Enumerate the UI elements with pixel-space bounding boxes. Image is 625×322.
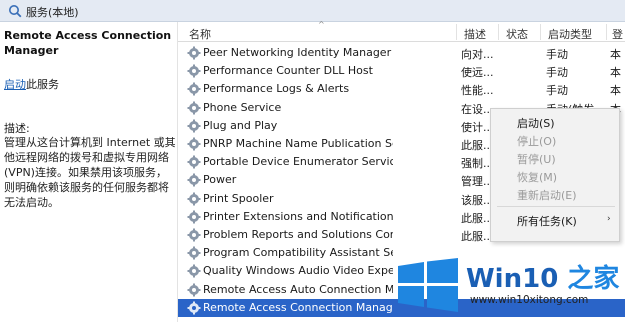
service-gear-icon [187, 246, 201, 260]
service-description-cell: 此服... [461, 211, 494, 225]
service-gear-icon [187, 264, 201, 278]
service-name-cell: Peer Networking Identity Manager [203, 46, 392, 59]
column-logon[interactable]: 登 [612, 26, 623, 42]
service-name-cell: Problem Reports and Solutions Control Pa… [203, 228, 393, 241]
context-menu-item[interactable]: 重新启动(E) [517, 187, 577, 203]
search-icon [9, 5, 22, 18]
service-gear-icon [187, 155, 201, 169]
service-gear-icon [187, 301, 201, 315]
start-service-link[interactable]: 启动 [4, 78, 26, 91]
sort-ascending-icon: ^ [318, 20, 325, 29]
column-separator[interactable] [498, 24, 499, 40]
column-header: 名称 描述 状态 启动类型 登 [178, 22, 625, 42]
service-startup-cell: 手动 [546, 84, 568, 98]
window-title: 服务(本地) [26, 6, 79, 19]
service-logon-cell: 本 [610, 48, 621, 61]
service-name-cell: Print Spooler [203, 191, 274, 205]
service-gear-icon [187, 228, 201, 242]
service-description: 管理从这台计算机到 Internet 或其他远程网络的拨号和虚拟专用网络(VPN… [4, 136, 176, 209]
service-name-cell: Performance Logs & Alerts [203, 82, 350, 96]
window-header: 服务(本地) [0, 0, 625, 22]
watermark-brand: Win10 之家 [466, 258, 619, 295]
service-description-cell: 此服... [461, 139, 494, 152]
column-startup-type[interactable]: 启动类型 [548, 26, 592, 42]
context-menu-divider [497, 206, 615, 207]
service-row[interactable]: Performance Counter DLL Host 使远... 手动 本 [178, 62, 625, 80]
context-menu-item[interactable]: 启动(S) [517, 115, 555, 131]
start-service-suffix: 此服务 [26, 78, 59, 91]
description-panel: Remote Access Connection Manager 启动此服务 描… [0, 22, 178, 322]
watermark-url: www.win10xitong.com [470, 294, 589, 306]
service-row[interactable]: Peer Networking Identity Manager 向对... 手动 本 [178, 44, 625, 62]
column-separator[interactable] [540, 24, 541, 40]
service-name-cell: Remote Access Connection Manager [203, 300, 393, 314]
service-name-cell: Quality Windows Audio Video Experi... [203, 264, 393, 278]
service-description-cell: 在设... [461, 102, 494, 116]
service-description-cell: 强制... [461, 157, 494, 171]
service-description-cell: 向对... [461, 48, 494, 61]
service-gear-icon [187, 101, 201, 115]
service-gear-icon [187, 283, 201, 297]
service-name-cell: Power [203, 173, 237, 187]
service-logon-cell: 本 [610, 84, 621, 98]
context-menu-item[interactable]: 停止(O) [517, 133, 556, 149]
watermark-brand-prefix: Win10 [466, 264, 559, 294]
column-description[interactable]: 描述 [464, 26, 486, 42]
service-row[interactable]: Performance Logs & Alerts 性能... 手动 本 [178, 80, 625, 98]
service-gear-icon [187, 192, 201, 206]
chevron-right-icon: › [607, 214, 611, 224]
windows-logo-icon [398, 258, 458, 312]
service-description-cell: 使远... [461, 66, 494, 80]
service-name-cell: Remote Access Auto Connection Ma... [203, 282, 393, 296]
watermark: Win10 之家 www.win10xitong.com [390, 252, 625, 322]
service-gear-icon [187, 119, 201, 133]
service-gear-icon [187, 173, 201, 187]
start-service-line: 启动此服务 [4, 76, 59, 92]
selected-service-name: Remote Access Connection Manager [4, 29, 172, 57]
column-status[interactable]: 状态 [506, 26, 528, 42]
watermark-brand-suffix: 之家 [567, 264, 620, 294]
column-name[interactable]: 名称 [189, 26, 211, 42]
service-startup-cell: 手动 [546, 48, 568, 61]
service-name-cell: Plug and Play [203, 118, 278, 132]
service-description-cell: 使计... [461, 120, 494, 134]
service-description-cell: 此服... [461, 230, 494, 243]
context-menu-item[interactable]: 恢复(M) [517, 169, 557, 185]
context-menu-item[interactable]: 暂停(U) [517, 151, 556, 167]
service-name-cell: Phone Service [203, 100, 282, 114]
service-name-cell: Portable Device Enumerator Service [203, 155, 393, 169]
context-menu-item[interactable]: 所有任务(K) [517, 213, 577, 229]
service-logon-cell: 本 [610, 66, 621, 80]
context-menu: 启动(S) 停止(O) 暂停(U) 恢复(M) 重新启动(E) 所有任务(K) › [490, 108, 620, 242]
service-gear-icon [187, 210, 201, 224]
column-separator[interactable] [456, 24, 457, 40]
service-gear-icon [187, 82, 201, 96]
service-description-cell: 性能... [461, 84, 494, 98]
service-description-cell: 该服... [461, 193, 494, 207]
service-description-cell: 管理... [461, 175, 494, 189]
service-name-cell: Program Compatibility Assistant Serv... [203, 246, 393, 260]
service-name-cell: Performance Counter DLL Host [203, 64, 373, 78]
service-gear-icon [187, 64, 201, 78]
service-name-cell: PNRP Machine Name Publication Service [203, 137, 393, 150]
column-separator[interactable] [606, 24, 607, 40]
service-gear-icon [187, 137, 201, 151]
service-name-cell: Printer Extensions and Notifications [203, 209, 393, 223]
description-label: 描述: [4, 122, 30, 135]
service-gear-icon [187, 46, 201, 60]
service-startup-cell: 手动 [546, 66, 568, 80]
